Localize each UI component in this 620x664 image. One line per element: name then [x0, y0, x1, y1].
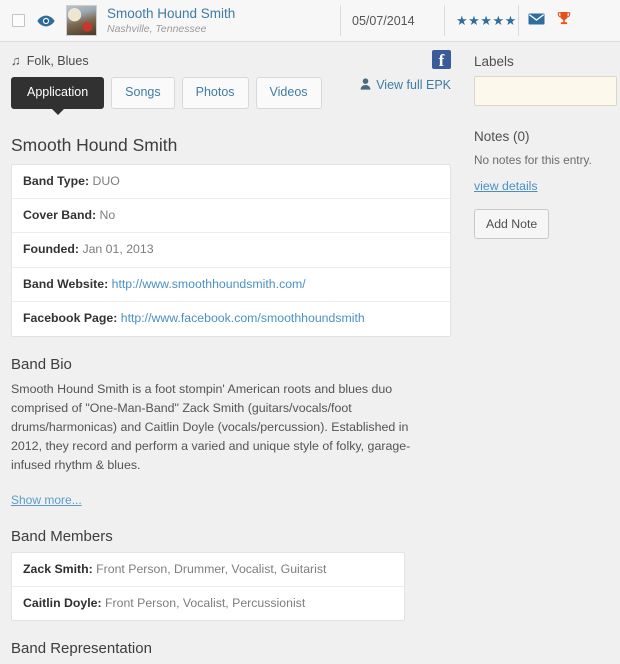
facebook-page-link[interactable]: http://www.facebook.com/smoothhoundsmith — [121, 311, 365, 325]
facebook-icon[interactable]: f — [432, 50, 451, 69]
view-full-epk-link[interactable]: View full EPK — [360, 78, 451, 93]
band-location: Nashville, Tennessee — [107, 22, 207, 35]
music-note-icon: ♫ — [11, 53, 21, 68]
header-divider-2 — [444, 5, 445, 36]
social-block: f View full EPK — [360, 50, 451, 93]
entry-header: Smooth Hound Smith Nashville, Tennessee … — [0, 0, 620, 42]
application-panel: Smooth Hound Smith Band Type: DUO Cover … — [0, 135, 462, 664]
labels-title: Labels — [474, 54, 514, 69]
eye-icon[interactable] — [37, 14, 55, 28]
page-body: ♫ Folk, Blues f View full EPK Applicatio… — [0, 42, 620, 664]
detail-label: Band Website: — [23, 276, 109, 291]
main-column: ♫ Folk, Blues f View full EPK Applicatio… — [0, 42, 462, 664]
band-thumbnail[interactable] — [66, 5, 97, 36]
band-name-link[interactable]: Smooth Hound Smith — [107, 6, 235, 22]
table-row: Facebook Page: http://www.facebook.com/s… — [12, 302, 450, 335]
sidebar: Labels Notes (0) No notes for this entry… — [462, 42, 620, 664]
table-row: Caitlin Doyle: Front Person, Vocalist, P… — [12, 587, 404, 620]
submission-date: 05/07/2014 — [352, 13, 415, 28]
band-identity: Smooth Hound Smith Nashville, Tennessee — [107, 6, 235, 35]
band-details-table: Band Type: DUO Cover Band: No Founded: J… — [11, 163, 451, 337]
tab-videos[interactable]: Videos — [255, 77, 322, 109]
detail-value: DUO — [92, 173, 120, 188]
band-representation-heading: Band Representation — [11, 640, 152, 658]
add-note-button[interactable]: Add Note — [474, 209, 550, 239]
show-more-link[interactable]: Show more... — [11, 493, 82, 507]
view-details-link[interactable]: view details — [474, 179, 538, 193]
table-row: Zack Smith: Front Person, Drummer, Vocal… — [12, 553, 404, 587]
band-bio-heading: Band Bio — [11, 355, 72, 373]
header-actions — [528, 0, 571, 41]
star-rating[interactable]: ★★★★★ — [456, 0, 517, 41]
member-roles: Front Person, Vocalist, Percussionist — [105, 596, 306, 610]
header-divider-1 — [340, 5, 341, 36]
tab-application[interactable]: Application — [11, 77, 105, 109]
detail-label: Facebook Page: — [23, 311, 118, 326]
table-row: Band Website: http://www.smoothhoundsmit… — [12, 268, 450, 303]
page-title: Smooth Hound Smith — [11, 134, 178, 155]
member-name: Caitlin Doyle: — [23, 596, 102, 610]
header-divider-3 — [518, 5, 519, 36]
detail-value: No — [99, 208, 116, 223]
tab-songs[interactable]: Songs — [111, 77, 175, 109]
notes-title: Notes (0) — [474, 129, 530, 144]
table-row: Founded: Jan 01, 2013 — [12, 233, 450, 268]
table-row: Cover Band: No — [12, 199, 450, 234]
tab-photos[interactable]: Photos — [181, 77, 249, 109]
band-members-heading: Band Members — [11, 527, 113, 545]
person-icon — [360, 78, 371, 93]
genre-text: Folk, Blues — [26, 53, 89, 68]
trophy-icon[interactable] — [557, 11, 571, 31]
detail-label: Founded: — [23, 242, 80, 257]
labels-input[interactable] — [474, 76, 617, 106]
detail-value: Jan 01, 2013 — [82, 242, 154, 257]
band-members-table: Zack Smith: Front Person, Drummer, Vocal… — [11, 551, 405, 622]
band-website-link[interactable]: http://www.smoothhoundsmith.com/ — [112, 277, 306, 291]
detail-label: Cover Band: — [23, 208, 97, 223]
view-full-epk-label: View full EPK — [376, 78, 451, 93]
envelope-icon[interactable] — [528, 12, 545, 30]
select-entry-checkbox[interactable] — [12, 14, 25, 27]
band-bio-text: Smooth Hound Smith is a foot stompin' Am… — [11, 381, 411, 473]
notes-empty-message: No notes for this entry. — [474, 153, 592, 167]
detail-label: Band Type: — [23, 173, 90, 188]
member-roles: Front Person, Drummer, Vocalist, Guitari… — [96, 561, 327, 576]
table-row: Band Type: DUO — [12, 165, 450, 200]
member-name: Zack Smith: — [23, 561, 93, 576]
